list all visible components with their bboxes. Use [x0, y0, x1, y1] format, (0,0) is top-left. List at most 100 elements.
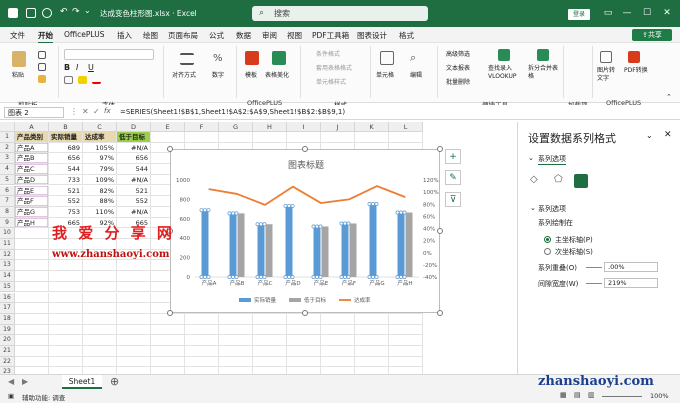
grid-cell[interactable]: [15, 292, 49, 304]
grid-cell[interactable]: 79%: [83, 164, 117, 175]
percent-icon[interactable]: %: [213, 53, 225, 65]
undo-icon[interactable]: ↶: [60, 7, 68, 17]
grid-cell[interactable]: [15, 239, 49, 250]
grid-cell[interactable]: 689: [49, 142, 83, 154]
autosave-icon[interactable]: [26, 8, 36, 18]
row-header[interactable]: 22: [0, 356, 15, 368]
cancel-icon[interactable]: ✕: [82, 107, 89, 116]
grid-cell[interactable]: [253, 346, 287, 357]
column-header[interactable]: L: [389, 122, 423, 132]
row-header[interactable]: 7: [0, 196, 15, 207]
menu-chart-design[interactable]: 图表设计: [357, 30, 387, 41]
menu-formulas[interactable]: 公式: [209, 30, 224, 41]
row-header[interactable]: 12: [0, 249, 15, 261]
grid-cell[interactable]: [83, 335, 117, 346]
grid-cell[interactable]: [219, 356, 253, 368]
share-button[interactable]: ⇪共享: [632, 29, 672, 41]
grid-cell[interactable]: 521: [49, 185, 83, 197]
grid-cell[interactable]: [83, 303, 117, 314]
minimize-icon[interactable]: —: [620, 6, 634, 20]
grid-cell[interactable]: [389, 356, 423, 368]
options-chevron-icon[interactable]: ⌄: [528, 154, 534, 162]
grid-cell[interactable]: [185, 324, 219, 336]
grid-cell[interactable]: [355, 313, 389, 325]
overlap-input[interactable]: .00%: [604, 262, 658, 272]
grid-cell[interactable]: [83, 281, 117, 293]
grid-cell[interactable]: 544: [49, 164, 83, 175]
font-color-icon[interactable]: [92, 76, 101, 84]
menu-file[interactable]: 文件: [10, 30, 25, 41]
column-header[interactable]: G: [219, 122, 253, 132]
paste-icon[interactable]: [12, 51, 26, 67]
close-icon[interactable]: ✕: [660, 6, 674, 20]
column-header[interactable]: I: [287, 122, 321, 132]
image-to-text-label[interactable]: 图片转文字: [597, 67, 619, 83]
template-icon[interactable]: [245, 51, 259, 65]
grid-cell[interactable]: [117, 313, 151, 325]
grid-cell[interactable]: 521: [117, 185, 151, 197]
grid-cell[interactable]: 产品E: [15, 185, 49, 197]
grid-cell[interactable]: [253, 335, 287, 346]
grid-cell[interactable]: #N/A: [117, 142, 151, 154]
grid-cell[interactable]: [287, 356, 321, 368]
grid-cell[interactable]: [83, 324, 117, 336]
grid-cell[interactable]: [287, 335, 321, 346]
grid-cell[interactable]: [15, 356, 49, 368]
save-icon[interactable]: [42, 8, 52, 18]
section-chevron-icon[interactable]: ⌄: [530, 204, 536, 212]
menu-data[interactable]: 数据: [236, 30, 251, 41]
menu-format[interactable]: 格式: [399, 30, 414, 41]
page-layout-icon[interactable]: ▤: [574, 391, 581, 399]
font-name-select[interactable]: [64, 49, 154, 60]
cells-icon[interactable]: [380, 51, 394, 65]
grid-cell[interactable]: [49, 356, 83, 368]
grid-cell[interactable]: [185, 313, 219, 325]
grid-cell[interactable]: 达成率: [83, 132, 117, 143]
grid-cell[interactable]: [185, 335, 219, 346]
resize-handle[interactable]: [167, 146, 173, 152]
bold-icon[interactable]: B: [64, 63, 72, 72]
grid-cell[interactable]: [151, 132, 185, 143]
normal-view-icon[interactable]: ▦: [560, 391, 567, 399]
row-header[interactable]: 2: [0, 142, 15, 154]
grid-cell[interactable]: [321, 335, 355, 346]
fx-icon[interactable]: fx: [104, 107, 111, 115]
grid-cell[interactable]: [49, 335, 83, 346]
grid-cell[interactable]: [355, 132, 389, 143]
row-header[interactable]: 8: [0, 206, 15, 218]
grid-cell[interactable]: [117, 260, 151, 272]
row-header[interactable]: 13: [0, 260, 15, 272]
pdf-convert-icon[interactable]: [628, 51, 640, 63]
grid-cell[interactable]: [117, 303, 151, 314]
chart-styles-icon[interactable]: ✎: [445, 170, 461, 185]
sheet-tab[interactable]: Sheet1: [62, 375, 102, 389]
grid-cell[interactable]: 552: [49, 196, 83, 207]
series-options-icon[interactable]: [574, 174, 588, 188]
select-all-corner[interactable]: [0, 122, 15, 132]
ribbon-display-icon[interactable]: ▭: [601, 6, 615, 20]
grid-cell[interactable]: [15, 228, 49, 239]
column-header[interactable]: K: [355, 122, 389, 132]
align-icon[interactable]: [180, 53, 194, 65]
grid-cell[interactable]: 产品H: [15, 217, 49, 229]
grid-cell[interactable]: 实际销量: [49, 132, 83, 143]
grid-cell[interactable]: [219, 132, 253, 143]
accessibility-status[interactable]: 辅助功能: 调查: [22, 392, 65, 402]
series-options-tab[interactable]: 系列选项: [538, 154, 566, 165]
grid-cell[interactable]: 109%: [83, 174, 117, 186]
grid-cell[interactable]: [49, 271, 83, 282]
number-label[interactable]: 数字: [212, 70, 224, 79]
grid-cell[interactable]: 产品类别: [15, 132, 49, 143]
edit-label[interactable]: 编辑: [410, 70, 422, 79]
redo-icon[interactable]: ↷: [72, 7, 80, 17]
grid-cell[interactable]: [49, 324, 83, 336]
table-beautify-icon[interactable]: [272, 51, 286, 65]
grid-cell[interactable]: [185, 356, 219, 368]
beautify-label[interactable]: 表格美化: [265, 70, 289, 79]
grid-cell[interactable]: [15, 249, 49, 261]
grid-cell[interactable]: [219, 335, 253, 346]
grid-cell[interactable]: [117, 346, 151, 357]
grid-cell[interactable]: [151, 335, 185, 346]
resize-handle[interactable]: [437, 146, 443, 152]
template-label[interactable]: 模板: [245, 70, 257, 79]
